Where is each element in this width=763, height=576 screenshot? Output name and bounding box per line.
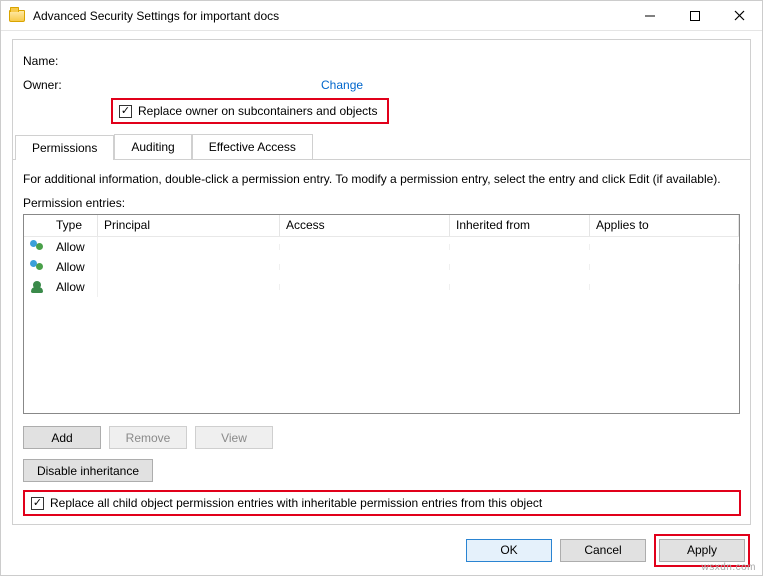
name-label: Name:: [23, 54, 93, 68]
disable-inheritance-button[interactable]: Disable inheritance: [23, 459, 153, 482]
permission-entries-label: Permission entries:: [23, 196, 740, 210]
user-icon: [30, 279, 46, 293]
apply-button[interactable]: Apply: [659, 539, 745, 562]
folder-icon: [9, 10, 25, 22]
window-title: Advanced Security Settings for important…: [33, 9, 627, 23]
owner-row: Owner: Change: [23, 78, 740, 92]
info-text: For additional information, double-click…: [23, 172, 740, 186]
col-applies[interactable]: Applies to: [590, 215, 739, 236]
name-row: Name:: [23, 54, 740, 68]
entry-buttons: Add Remove View: [23, 426, 740, 449]
grid-body: Allow Allow Allow: [24, 237, 739, 297]
remove-button: Remove: [109, 426, 187, 449]
col-inherited[interactable]: Inherited from: [450, 215, 590, 236]
replace-child-label: Replace all child object permission entr…: [50, 496, 542, 510]
tab-permissions[interactable]: Permissions: [15, 135, 114, 160]
col-access[interactable]: Access: [280, 215, 450, 236]
table-row[interactable]: Allow: [24, 237, 739, 257]
close-button[interactable]: [717, 1, 762, 30]
users-group-icon: [30, 259, 46, 273]
maximize-button[interactable]: [672, 1, 717, 30]
watermark: wsxdn.com: [701, 562, 756, 573]
users-group-icon: [30, 239, 46, 253]
titlebar: Advanced Security Settings for important…: [1, 1, 762, 31]
replace-child-checkbox[interactable]: ✓: [31, 497, 44, 510]
col-type[interactable]: Type: [50, 215, 98, 236]
tab-effective-access[interactable]: Effective Access: [192, 134, 313, 159]
permission-grid[interactable]: Type Principal Access Inherited from App…: [23, 214, 740, 414]
cell-type: Allow: [50, 277, 98, 297]
disable-inheritance-row: Disable inheritance: [23, 459, 740, 482]
cell-type: Allow: [50, 237, 98, 257]
table-row[interactable]: Allow: [24, 257, 739, 277]
owner-label: Owner:: [23, 78, 93, 92]
cancel-button[interactable]: Cancel: [560, 539, 646, 562]
table-row[interactable]: Allow: [24, 277, 739, 297]
cell-type: Allow: [50, 257, 98, 277]
add-button[interactable]: Add: [23, 426, 101, 449]
ok-button[interactable]: OK: [466, 539, 552, 562]
minimize-button[interactable]: [627, 1, 672, 30]
replace-owner-checkbox[interactable]: ✓: [119, 105, 132, 118]
content-panel: Name: Owner: Change ✓ Replace owner on s…: [12, 39, 751, 525]
grid-header: Type Principal Access Inherited from App…: [24, 215, 739, 237]
col-icon[interactable]: [24, 215, 50, 236]
dialog-footer: OK Cancel Apply: [1, 525, 762, 575]
tab-strip: Permissions Auditing Effective Access: [13, 134, 750, 160]
col-principal[interactable]: Principal: [98, 215, 280, 236]
replace-owner-label: Replace owner on subcontainers and objec…: [138, 104, 377, 118]
replace-child-highlight: ✓ Replace all child object permission en…: [23, 490, 741, 516]
tab-auditing[interactable]: Auditing: [114, 134, 191, 159]
view-button: View: [195, 426, 273, 449]
change-owner-link[interactable]: Change: [321, 78, 363, 92]
window-controls: [627, 1, 762, 30]
replace-owner-highlight: ✓ Replace owner on subcontainers and obj…: [111, 98, 740, 124]
